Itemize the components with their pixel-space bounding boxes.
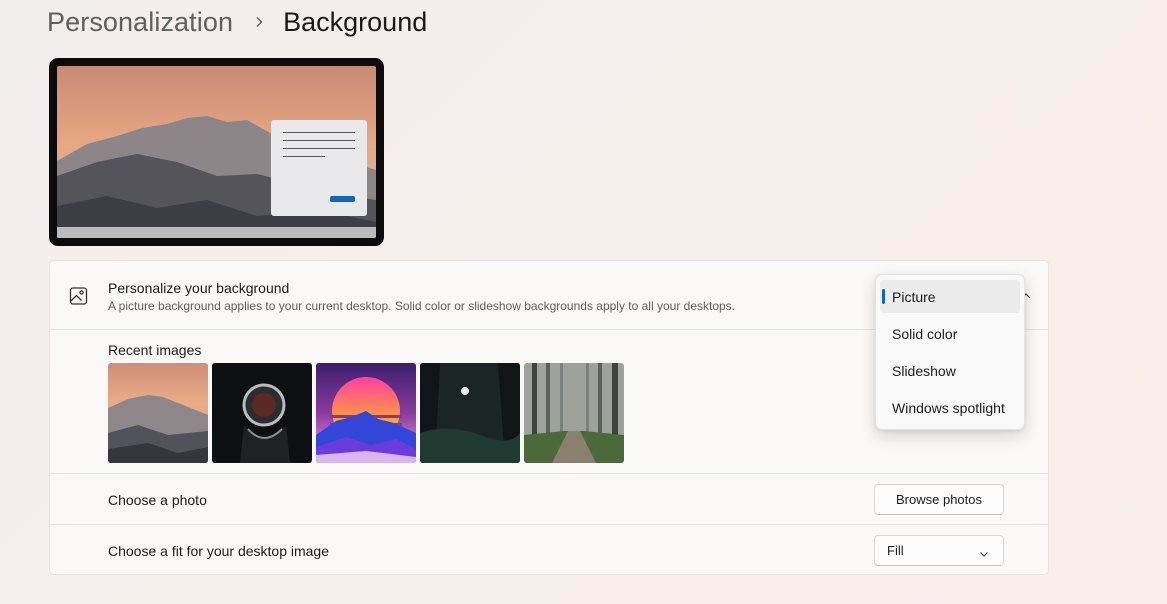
browse-photos-button[interactable]: Browse photos: [874, 484, 1004, 515]
personalize-title: Personalize your background: [108, 280, 290, 296]
recent-images-label: Recent images: [108, 342, 202, 358]
personalize-description: A picture background applies to your cur…: [108, 299, 736, 313]
dropdown-option-windows-spotlight[interactable]: Windows spotlight: [880, 391, 1020, 424]
preview-window: [271, 120, 367, 216]
choose-photo-row: Choose a photo Browse photos: [50, 474, 1048, 525]
recent-image-synthwave-sun[interactable]: [316, 363, 416, 463]
recent-image-dark-forest-moon[interactable]: [420, 363, 520, 463]
choose-photo-label: Choose a photo: [108, 492, 207, 508]
dropdown-option-picture[interactable]: Picture: [880, 280, 1020, 313]
breadcrumb: Personalization Background: [47, 4, 427, 40]
page-title: Background: [283, 6, 428, 37]
choose-fit-row: Choose a fit for your desktop image Fill: [50, 525, 1048, 574]
background-type-dropdown: Picture Solid color Slideshow Windows sp…: [875, 274, 1025, 430]
desktop-preview: [49, 58, 384, 246]
recent-image-astronaut[interactable]: [212, 363, 312, 463]
preview-screen: [57, 66, 376, 238]
recent-images-list: [108, 363, 624, 463]
recent-image-mountain-sunset[interactable]: [108, 363, 208, 463]
fit-select[interactable]: Fill: [874, 535, 1004, 566]
choose-fit-label: Choose a fit for your desktop image: [108, 543, 330, 559]
fit-select-value: Fill: [887, 543, 904, 558]
recent-image-foggy-forest-road[interactable]: [524, 363, 624, 463]
chevron-right-icon: [251, 14, 267, 30]
dropdown-option-solid-color[interactable]: Solid color: [880, 317, 1020, 350]
chevron-down-icon: [979, 546, 989, 557]
dropdown-option-slideshow[interactable]: Slideshow: [880, 354, 1020, 387]
image-icon: [69, 286, 89, 306]
preview-taskbar: [57, 227, 376, 238]
preview-window-button: [330, 196, 355, 202]
breadcrumb-personalization[interactable]: Personalization: [47, 7, 233, 38]
